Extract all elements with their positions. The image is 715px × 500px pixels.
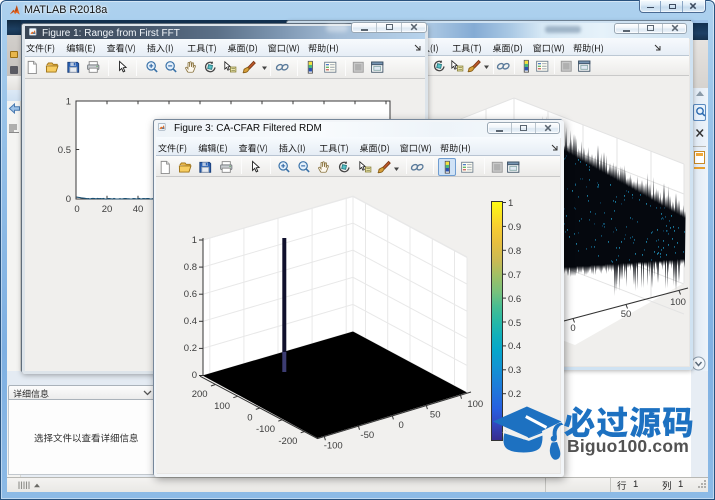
svg-text:1: 1 [66,97,71,108]
svg-text:-100: -100 [256,424,275,435]
svg-text:-100: -100 [324,441,343,452]
svg-text:20: 20 [102,204,113,215]
svg-text:100: 100 [670,297,686,308]
svg-text:0.4: 0.4 [184,316,197,327]
svg-text:-200: -200 [278,436,297,447]
svg-text:1: 1 [192,235,197,246]
svg-text:0: 0 [66,194,71,205]
svg-text:-50: -50 [360,430,374,441]
svg-text:0: 0 [247,413,252,424]
svg-text:0: 0 [570,323,575,334]
svg-text:0.8: 0.8 [184,262,197,273]
svg-text:200: 200 [192,389,208,400]
svg-text:100: 100 [467,399,483,410]
svg-text:100: 100 [214,401,230,412]
svg-text:0.5: 0.5 [58,145,71,156]
svg-text:0.2: 0.2 [184,343,197,354]
svg-text:50: 50 [430,409,441,420]
svg-text:0: 0 [192,370,197,381]
svg-text:50: 50 [621,309,632,320]
svg-text:0.6: 0.6 [184,289,197,300]
svg-text:0: 0 [74,204,79,215]
svg-text:40: 40 [133,204,144,215]
svg-text:0: 0 [399,420,404,431]
